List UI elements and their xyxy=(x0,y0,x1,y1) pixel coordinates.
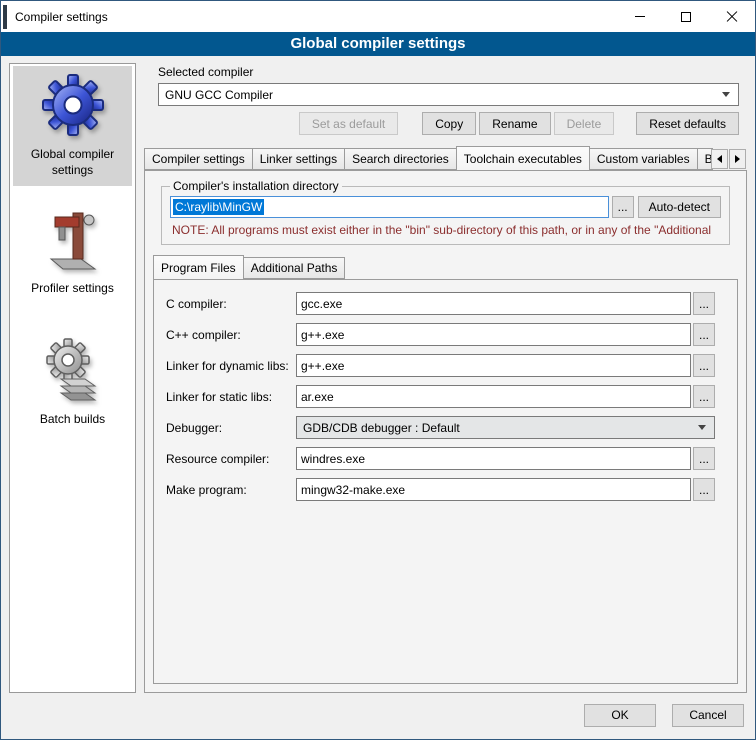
browse-directory-button[interactable]: ... xyxy=(612,196,634,218)
debugger-combobox[interactable]: GDB/CDB debugger : Default xyxy=(296,416,715,439)
compiler-settings-window: Compiler settings Global compiler settin… xyxy=(0,0,756,740)
static-linker-row: Linker for static libs: ... xyxy=(166,385,715,408)
c-compiler-input[interactable] xyxy=(296,292,691,315)
sidebar-item-profiler-settings[interactable]: Profiler settings xyxy=(13,200,132,305)
window-controls xyxy=(617,1,755,32)
make-program-label: Make program: xyxy=(166,483,296,497)
sidebar-item-label: Profiler settings xyxy=(31,281,114,295)
tab-scroll-controls xyxy=(710,149,746,169)
compiler-combobox-value: GNU GCC Compiler xyxy=(165,88,273,102)
dynamic-linker-label: Linker for dynamic libs: xyxy=(166,359,296,373)
browse-button[interactable]: ... xyxy=(693,385,715,408)
debugger-row: Debugger: GDB/CDB debugger : Default xyxy=(166,416,715,439)
chevron-down-icon xyxy=(698,425,706,430)
maximize-button[interactable] xyxy=(663,1,709,32)
close-button[interactable] xyxy=(709,1,755,32)
close-icon xyxy=(726,11,738,23)
program-subtabs: Program Files Additional Paths xyxy=(153,255,740,279)
compiler-buttons-row: Set as default Copy Rename Delete Reset … xyxy=(158,112,739,135)
reset-defaults-button[interactable]: Reset defaults xyxy=(636,112,739,135)
tab-linker-settings[interactable]: Linker settings xyxy=(252,148,345,170)
resource-compiler-input[interactable] xyxy=(296,447,691,470)
installation-directory-input[interactable]: C:\raylib\MinGW xyxy=(170,196,609,218)
browse-button[interactable]: ... xyxy=(693,323,715,346)
ok-button[interactable]: OK xyxy=(584,704,656,727)
copy-button[interactable]: Copy xyxy=(422,112,476,135)
dynamic-linker-row: Linker for dynamic libs: ... xyxy=(166,354,715,377)
compiler-combobox[interactable]: GNU GCC Compiler xyxy=(158,83,739,106)
installation-directory-legend: Compiler's installation directory xyxy=(170,179,342,193)
c-compiler-label: C compiler: xyxy=(166,297,296,311)
make-program-input[interactable] xyxy=(296,478,691,501)
tab-scroll-right-button[interactable] xyxy=(729,149,746,169)
installation-directory-row: C:\raylib\MinGW ... Auto-detect xyxy=(170,196,721,218)
tab-scroll-left-button[interactable] xyxy=(711,149,728,169)
cpp-compiler-label: C++ compiler: xyxy=(166,328,296,342)
dialog-content: Global compiler settings Profiler settin… xyxy=(1,56,755,699)
sidebar-item-batch-builds[interactable]: Batch builds xyxy=(13,331,132,436)
auto-detect-button[interactable]: Auto-detect xyxy=(638,196,721,218)
subtab-additional-paths[interactable]: Additional Paths xyxy=(243,257,346,279)
static-linker-input[interactable] xyxy=(296,385,691,408)
browse-button[interactable]: ... xyxy=(693,447,715,470)
dialog-header-title: Global compiler settings xyxy=(1,32,755,56)
sidebar-item-label: Global compiler settings xyxy=(31,147,114,177)
dynamic-linker-input[interactable] xyxy=(296,354,691,377)
cpp-compiler-row: C++ compiler: ... xyxy=(166,323,715,346)
chevron-down-icon xyxy=(722,92,730,97)
subtab-program-files[interactable]: Program Files xyxy=(153,255,244,280)
main-panel: Selected compiler GNU GCC Compiler Set a… xyxy=(144,63,747,693)
delete-button[interactable]: Delete xyxy=(554,112,615,135)
tab-compiler-settings[interactable]: Compiler settings xyxy=(144,148,253,170)
titlebar: Compiler settings xyxy=(1,1,755,32)
dialog-footer: OK Cancel xyxy=(1,699,755,739)
resource-compiler-label: Resource compiler: xyxy=(166,452,296,466)
sidebar-item-global-compiler-settings[interactable]: Global compiler settings xyxy=(13,66,132,186)
static-linker-label: Linker for static libs: xyxy=(166,390,296,404)
browse-button[interactable]: ... xyxy=(693,478,715,501)
gear-blue-icon xyxy=(41,73,105,137)
tab-custom-variables[interactable]: Custom variables xyxy=(589,148,698,170)
toolchain-executables-panel: Compiler's installation directory C:\ray… xyxy=(144,170,747,693)
left-arrow-icon xyxy=(717,155,722,163)
gears-gray-icon xyxy=(43,338,103,402)
rename-button[interactable]: Rename xyxy=(479,112,550,135)
window-title: Compiler settings xyxy=(15,10,108,24)
set-as-default-button[interactable]: Set as default xyxy=(299,112,398,135)
debugger-label: Debugger: xyxy=(166,421,296,435)
browse-button[interactable]: ... xyxy=(693,292,715,315)
installation-directory-selected-text: C:\raylib\MinGW xyxy=(173,199,264,215)
profiler-icon xyxy=(43,207,103,271)
make-program-row: Make program: ... xyxy=(166,478,715,501)
c-compiler-row: C compiler: ... xyxy=(166,292,715,315)
maximize-icon xyxy=(681,12,691,22)
resource-compiler-row: Resource compiler: ... xyxy=(166,447,715,470)
right-arrow-icon xyxy=(735,155,740,163)
program-files-panel: C compiler: ... C++ compiler: ... Linker… xyxy=(153,279,738,684)
cpp-compiler-input[interactable] xyxy=(296,323,691,346)
browse-button[interactable]: ... xyxy=(693,354,715,377)
window-icon xyxy=(3,5,7,29)
minimize-button[interactable] xyxy=(617,1,663,32)
cancel-button[interactable]: Cancel xyxy=(672,704,744,727)
tab-search-directories[interactable]: Search directories xyxy=(344,148,457,170)
settings-tabs: Compiler settings Linker settings Search… xyxy=(144,146,747,170)
minimize-icon xyxy=(635,16,645,17)
selected-compiler-label: Selected compiler xyxy=(158,65,739,79)
settings-sidebar: Global compiler settings Profiler settin… xyxy=(9,63,136,693)
sidebar-item-label: Batch builds xyxy=(40,412,105,426)
installation-directory-group: Compiler's installation directory C:\ray… xyxy=(161,179,730,245)
debugger-combobox-value: GDB/CDB debugger : Default xyxy=(303,421,460,435)
compiler-selection-section: Selected compiler GNU GCC Compiler Set a… xyxy=(144,63,747,135)
tab-toolchain-executables[interactable]: Toolchain executables xyxy=(456,146,590,171)
bin-subdirectory-note: NOTE: All programs must exist either in … xyxy=(172,223,721,237)
